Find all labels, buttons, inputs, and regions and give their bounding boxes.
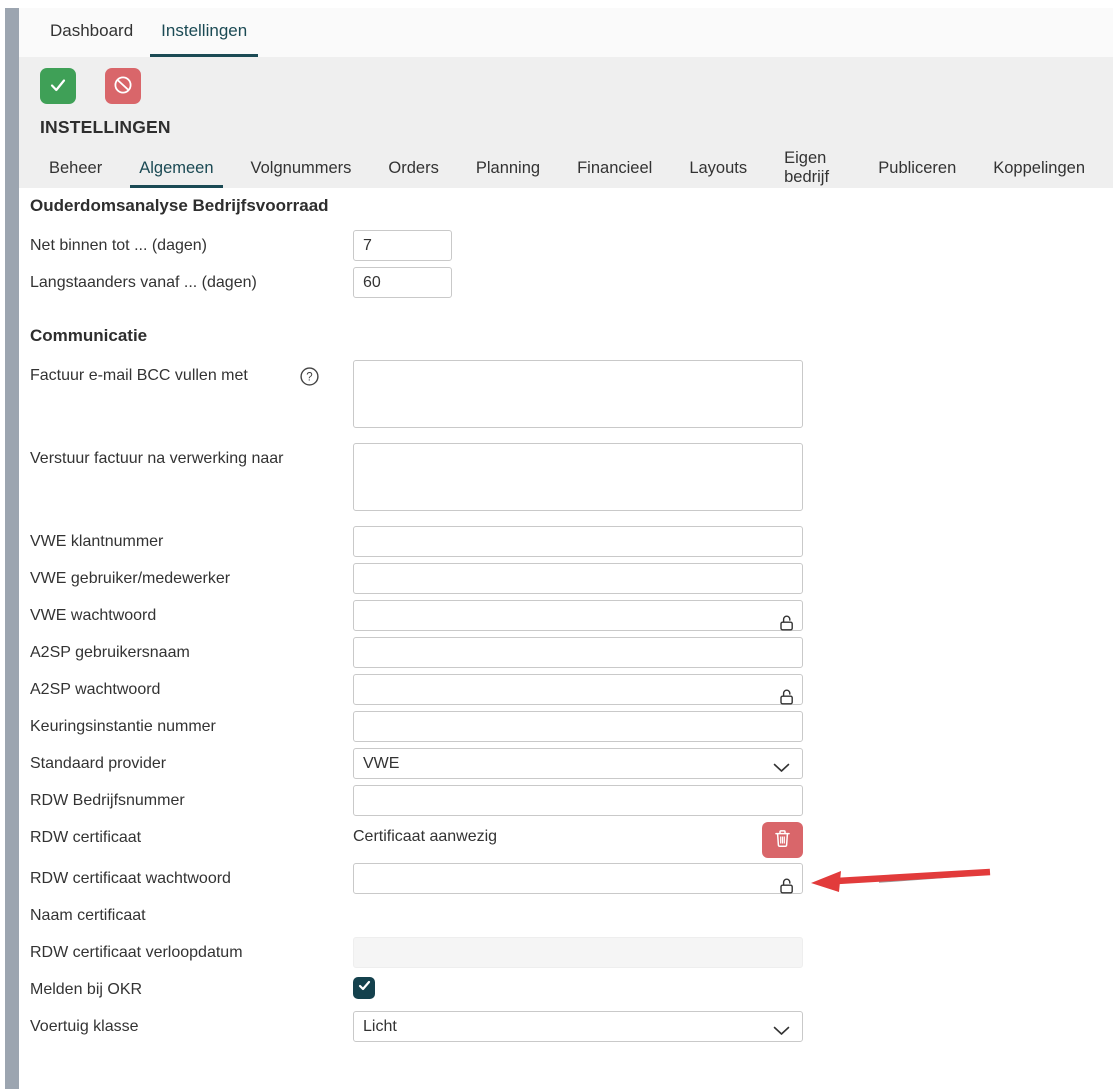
chevron-down-icon bbox=[773, 760, 790, 778]
net-binnen-tot-input[interactable] bbox=[353, 230, 452, 261]
field-label: VWE klantnummer bbox=[30, 532, 340, 552]
selected-value: VWE bbox=[363, 755, 399, 773]
tab-layouts[interactable]: Layouts bbox=[680, 151, 756, 188]
tab-eigen-bedrijf[interactable]: Eigen bedrijf bbox=[775, 151, 850, 188]
toolbar bbox=[19, 57, 1113, 104]
vwe-klantnummer-input[interactable] bbox=[353, 526, 803, 557]
tab-koppelingen[interactable]: Koppelingen bbox=[984, 151, 1094, 188]
help-icon[interactable]: ? bbox=[300, 367, 319, 391]
field-label: Standaard provider bbox=[30, 754, 340, 774]
check-icon bbox=[47, 74, 69, 99]
field-vwe-klantnummer: VWE klantnummer bbox=[30, 526, 1113, 563]
field-label: Verstuur factuur na verwerking naar bbox=[30, 449, 340, 469]
app-window: Dashboard Instellingen IN bbox=[19, 8, 1113, 1048]
melden-okr-checkbox[interactable] bbox=[353, 977, 375, 999]
settings-tab-bar: Beheer Algemeen Volgnummers Orders Plann… bbox=[19, 151, 1113, 188]
standaard-provider-select[interactable]: VWE bbox=[353, 748, 803, 779]
field-verstuur-factuur: Verstuur factuur na verwerking naar bbox=[30, 443, 1113, 518]
annotation-arrow-icon bbox=[809, 864, 999, 899]
field-rdw-cert-verloopdatum: RDW certificaat verloopdatum bbox=[30, 937, 1113, 974]
svg-text:?: ? bbox=[306, 372, 312, 384]
save-button[interactable] bbox=[40, 68, 76, 104]
field-net-binnen-tot: Net binnen tot ... (dagen) bbox=[30, 230, 1113, 267]
field-vwe-wachtwoord: VWE wachtwoord bbox=[30, 600, 1113, 637]
field-label: Factuur e-mail BCC vullen met bbox=[30, 366, 340, 386]
selected-value: Licht bbox=[363, 1018, 397, 1036]
field-label: RDW certificaat wachtwoord bbox=[30, 869, 340, 889]
chevron-down-icon bbox=[773, 1023, 790, 1041]
vwe-gebruiker-input[interactable] bbox=[353, 563, 803, 594]
section-title-communicatie: Communicatie bbox=[30, 326, 1113, 346]
page-title: INSTELLINGEN bbox=[19, 104, 1113, 138]
field-label: A2SP wachtwoord bbox=[30, 680, 340, 700]
section-title-ouderdomsanalyse: Ouderdomsanalyse Bedrijfsvoorraad bbox=[30, 196, 1113, 216]
settings-form: Ouderdomsanalyse Bedrijfsvoorraad Net bi… bbox=[19, 188, 1113, 1048]
verloopdatum-disabled-input bbox=[353, 937, 803, 968]
field-naam-certificaat: Naam certificaat bbox=[30, 900, 1113, 937]
a2sp-gebruikersnaam-input[interactable] bbox=[353, 637, 803, 668]
langstaanders-vanaf-input[interactable] bbox=[353, 267, 452, 298]
field-a2sp-wachtwoord: A2SP wachtwoord bbox=[30, 674, 1113, 711]
factuur-bcc-textarea[interactable] bbox=[353, 360, 803, 428]
unlock-icon[interactable] bbox=[777, 876, 796, 900]
voertuig-klasse-select[interactable]: Licht bbox=[353, 1011, 803, 1042]
field-label: Langstaanders vanaf ... (dagen) bbox=[30, 273, 340, 293]
rdw-cert-wachtwoord-input[interactable] bbox=[353, 863, 803, 894]
a2sp-wachtwoord-input[interactable] bbox=[353, 674, 803, 705]
field-rdw-bedrijfsnummer: RDW Bedrijfsnummer bbox=[30, 785, 1113, 822]
tab-beheer[interactable]: Beheer bbox=[40, 151, 111, 188]
certificaat-status-text: Certificaat aanwezig bbox=[353, 822, 497, 846]
vwe-wachtwoord-input[interactable] bbox=[353, 600, 803, 631]
field-voertuig-klasse: Voertuig klasse Licht bbox=[30, 1011, 1113, 1048]
field-label: VWE wachtwoord bbox=[30, 606, 340, 626]
tab-dashboard[interactable]: Dashboard bbox=[39, 8, 144, 57]
unlock-icon[interactable] bbox=[777, 613, 796, 637]
field-label: RDW certificaat verloopdatum bbox=[30, 943, 340, 963]
tab-volgnummers[interactable]: Volgnummers bbox=[242, 151, 361, 188]
field-label: A2SP gebruikersnaam bbox=[30, 643, 340, 663]
field-label: Melden bij OKR bbox=[30, 980, 340, 1000]
rdw-bedrijfsnummer-input[interactable] bbox=[353, 785, 803, 816]
field-keuringsinstantie: Keuringsinstantie nummer bbox=[30, 711, 1113, 748]
tab-financieel[interactable]: Financieel bbox=[568, 151, 661, 188]
left-edge-strip bbox=[5, 8, 19, 1089]
block-icon bbox=[112, 74, 134, 99]
delete-certificate-button[interactable] bbox=[762, 822, 803, 858]
field-label: Naam certificaat bbox=[30, 906, 340, 926]
field-label: VWE gebruiker/medewerker bbox=[30, 569, 340, 589]
field-factuur-bcc: Factuur e-mail BCC vullen met ? bbox=[30, 360, 1113, 435]
tab-orders[interactable]: Orders bbox=[379, 151, 447, 188]
tab-planning[interactable]: Planning bbox=[467, 151, 549, 188]
field-langstaanders-vanaf: Langstaanders vanaf ... (dagen) bbox=[30, 267, 1113, 304]
tab-publiceren[interactable]: Publiceren bbox=[869, 151, 965, 188]
verstuur-factuur-textarea[interactable] bbox=[353, 443, 803, 511]
keuringsinstantie-input[interactable] bbox=[353, 711, 803, 742]
field-rdw-certificaat: RDW certificaat Certificaat aanwezig bbox=[30, 822, 1113, 863]
field-standaard-provider: Standaard provider VWE bbox=[30, 748, 1113, 785]
field-label: RDW certificaat bbox=[30, 828, 340, 848]
field-melden-bij-okr: Melden bij OKR bbox=[30, 974, 1113, 1011]
field-label: Net binnen tot ... (dagen) bbox=[30, 236, 340, 256]
window-tab-bar: Dashboard Instellingen bbox=[19, 8, 1113, 57]
field-label: Keuringsinstantie nummer bbox=[30, 717, 340, 737]
tab-algemeen[interactable]: Algemeen bbox=[130, 151, 222, 188]
field-rdw-cert-wachtwoord: RDW certificaat wachtwoord bbox=[30, 863, 1113, 900]
check-icon bbox=[357, 978, 372, 998]
unlock-icon[interactable] bbox=[777, 687, 796, 711]
field-label: Voertuig klasse bbox=[30, 1017, 340, 1037]
field-vwe-gebruiker: VWE gebruiker/medewerker bbox=[30, 563, 1113, 600]
trash-icon bbox=[774, 829, 791, 851]
field-a2sp-gebruikersnaam: A2SP gebruikersnaam bbox=[30, 637, 1113, 674]
cancel-button[interactable] bbox=[105, 68, 141, 104]
page-header: INSTELLINGEN Beheer Algemeen Volgnummers… bbox=[19, 57, 1113, 188]
tab-instellingen[interactable]: Instellingen bbox=[150, 8, 258, 57]
field-label: RDW Bedrijfsnummer bbox=[30, 791, 340, 811]
